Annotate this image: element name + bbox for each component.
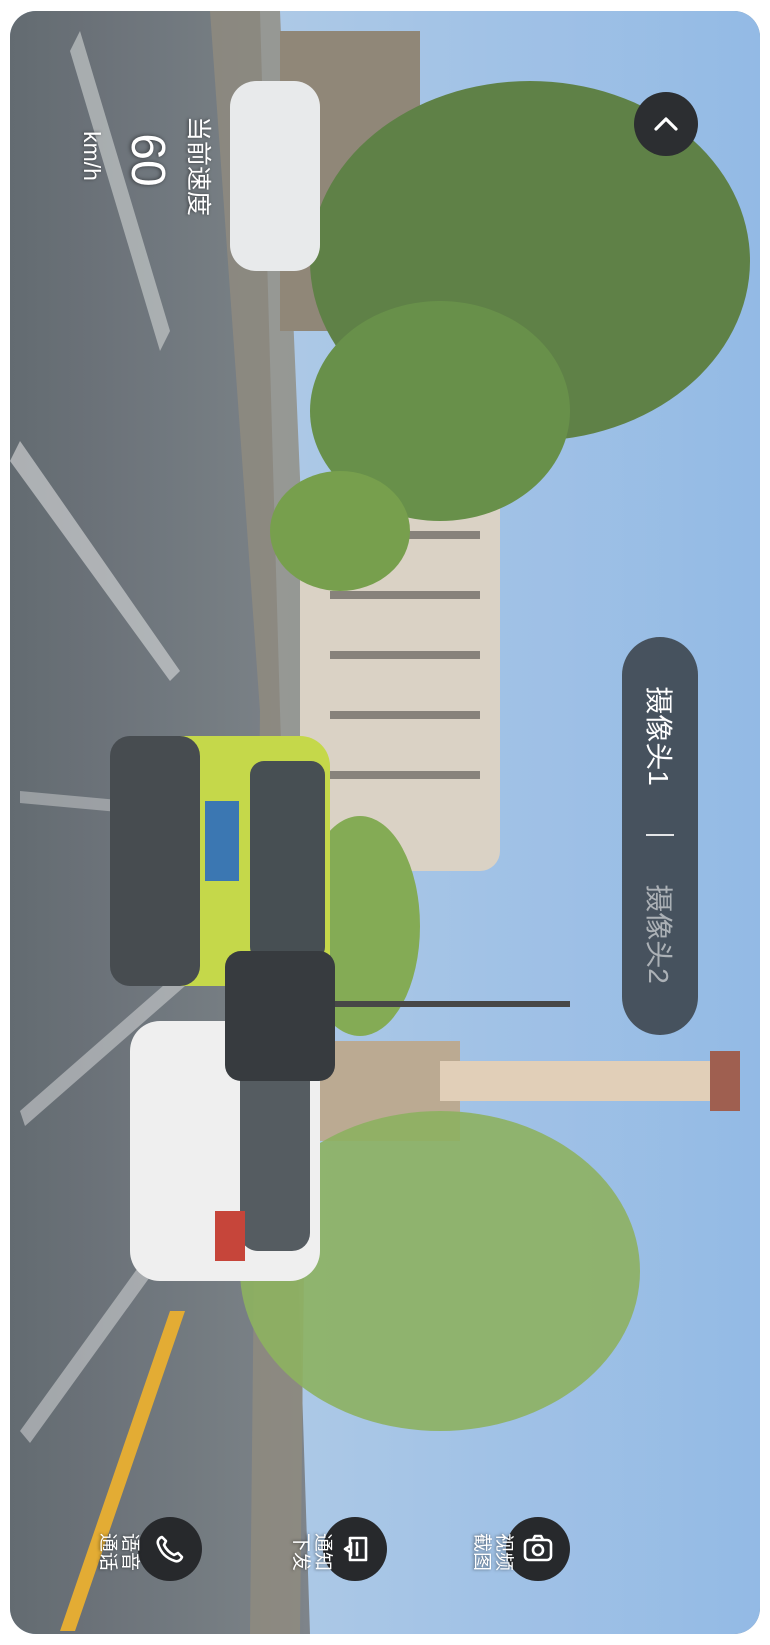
camera-switch: 摄像头1 摄像头2 xyxy=(622,637,698,1035)
notify-icon xyxy=(343,1536,368,1562)
speed-title: 当前速度 xyxy=(184,115,212,216)
speed-value: 60 xyxy=(121,133,174,187)
camera-option-1[interactable]: 摄像头1 xyxy=(622,661,698,811)
collapse-button[interactable] xyxy=(634,92,698,156)
camera-option-2-label: 摄像头2 xyxy=(643,884,675,984)
video-screenshot-label: 视频截图 xyxy=(471,1532,514,1571)
phone-icon xyxy=(156,1535,184,1563)
voice-call-label: 语音通话 xyxy=(97,1532,140,1571)
camera-view: 当前速度 60 km/h 摄像头1 摄像头2 视频截图 通知下发 语音通话 xyxy=(10,11,760,1634)
speed-unit: km/h xyxy=(79,131,105,181)
voice-call-label-wrap: 语音通话 xyxy=(88,1527,148,1577)
camera-option-2[interactable]: 摄像头2 xyxy=(622,859,698,1009)
notify-label: 通知下发 xyxy=(290,1532,333,1571)
notify-label-wrap: 通知下发 xyxy=(281,1527,341,1577)
camera-icon xyxy=(523,1534,553,1562)
camera-switch-divider xyxy=(646,834,674,836)
video-screenshot-label-wrap: 视频截图 xyxy=(462,1527,522,1577)
camera-option-1-label: 摄像头1 xyxy=(643,686,675,786)
chevron-up-icon xyxy=(654,117,678,131)
